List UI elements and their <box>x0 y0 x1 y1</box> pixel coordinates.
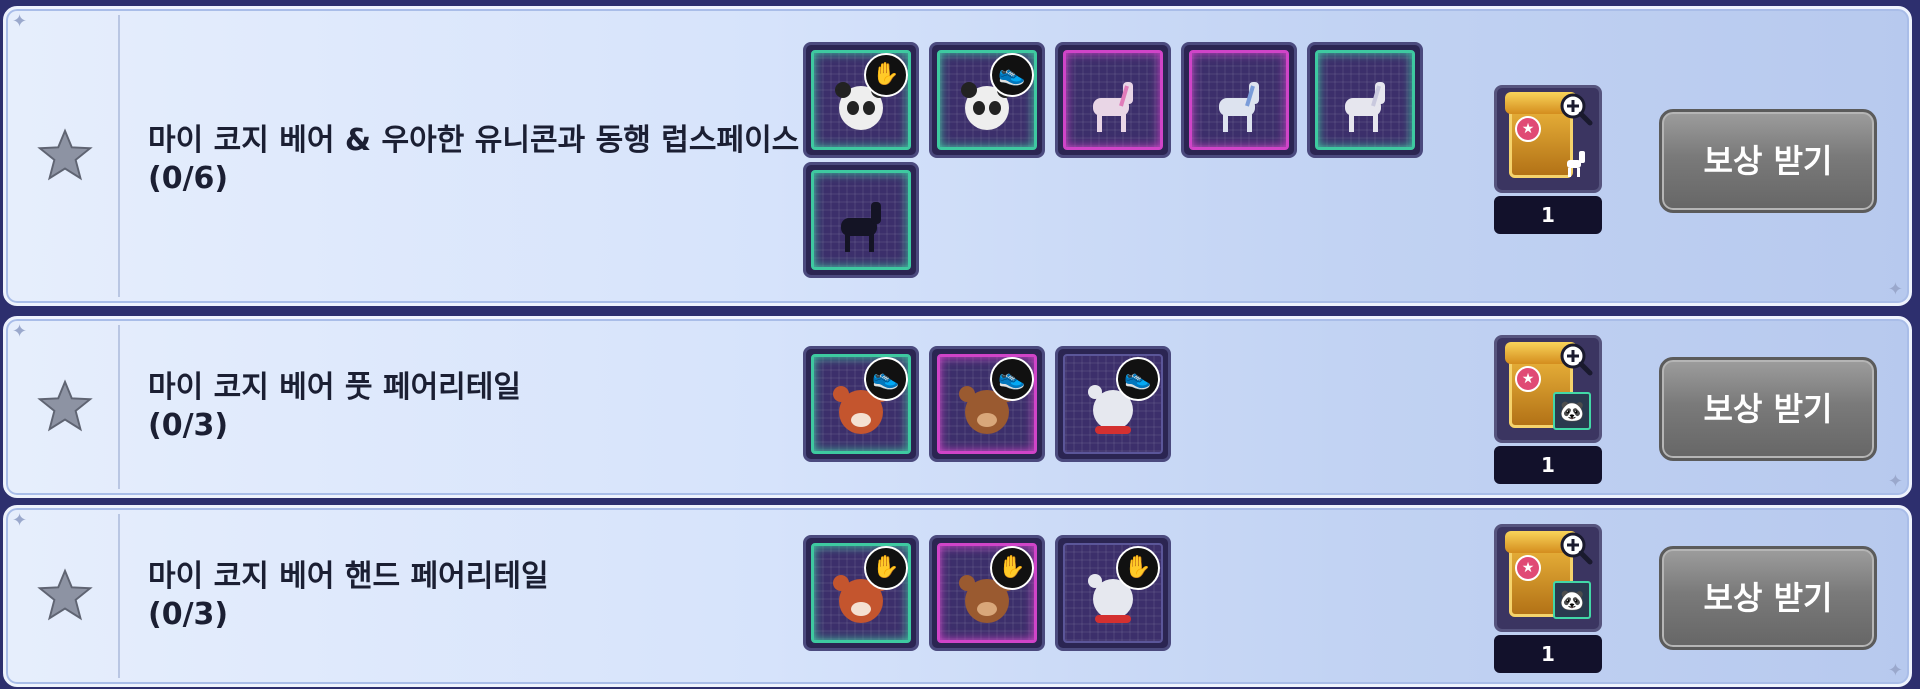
unicorn-icon <box>1567 151 1585 177</box>
item-slot[interactable]: 👟 <box>803 346 919 462</box>
emblem-icon: ★ <box>1515 555 1541 581</box>
favorite-star[interactable] <box>12 15 120 297</box>
sparkle-icon: ✦ <box>1887 279 1903 300</box>
emblem-icon: ★ <box>1515 366 1541 392</box>
reward-quantity: 1 <box>1494 196 1602 234</box>
reward-quantity: 1 <box>1494 446 1602 484</box>
zoom-in-icon[interactable] <box>1559 531 1593 565</box>
gloves-icon: ✋ <box>864 53 908 97</box>
reward-box[interactable]: ★ 🐼 <box>1494 335 1602 443</box>
item-slot[interactable]: 👟 <box>929 42 1045 158</box>
star-icon <box>37 128 93 181</box>
shoes-icon: 👟 <box>990 357 1034 401</box>
shoes-icon: 👟 <box>1116 357 1160 401</box>
zoom-in-icon[interactable] <box>1559 342 1593 376</box>
gloves-icon: ✋ <box>864 546 908 590</box>
item-slot[interactable]: ✋ <box>803 535 919 651</box>
mission-row-2: ✦ ✦ 마이 코지 베어 풋 페어리테일 (0/3) 👟 👟 👟 ★ 🐼 1 보… <box>3 316 1912 498</box>
mission-progress: (0/6) <box>148 161 229 196</box>
mission-title-text: 마이 코지 베어 & 우아한 유니콘과 동행 럽스페이스 <box>148 123 800 158</box>
star-icon <box>37 568 93 621</box>
item-slot[interactable] <box>1055 42 1171 158</box>
unicorn-icon <box>1219 81 1259 132</box>
mission-progress: (0/3) <box>148 408 229 443</box>
item-slot[interactable] <box>1307 42 1423 158</box>
panda-icon: 🐼 <box>1553 392 1591 430</box>
mission-row-3: ✦ ✦ 마이 코지 베어 핸드 페어리테일 (0/3) ✋ ✋ ✋ ★ 🐼 1 … <box>3 505 1912 687</box>
mission-title-text: 마이 코지 베어 풋 페어리테일 <box>148 370 521 405</box>
gloves-icon: ✋ <box>990 546 1034 590</box>
item-slot[interactable] <box>803 162 919 278</box>
item-slot[interactable]: ✋ <box>1055 535 1171 651</box>
item-slot[interactable]: 👟 <box>1055 346 1171 462</box>
panda-icon: 🐼 <box>1553 581 1591 619</box>
claim-reward-button[interactable]: 보상 받기 <box>1659 109 1877 213</box>
gloves-icon: ✋ <box>1116 546 1160 590</box>
mission-title: 마이 코지 베어 핸드 페어리테일 (0/3) <box>148 558 549 634</box>
claim-reward-button[interactable]: 보상 받기 <box>1659 546 1877 650</box>
reward-quantity: 1 <box>1494 635 1602 673</box>
favorite-star[interactable] <box>12 325 120 489</box>
mission-row-1: ✦ ✦ 마이 코지 베어 & 우아한 유니콘과 동행 럽스페이스 (0/6) ✋… <box>3 6 1912 306</box>
item-slot[interactable]: 👟 <box>929 346 1045 462</box>
item-slot[interactable] <box>1181 42 1297 158</box>
mission-title: 마이 코지 베어 & 우아한 유니콘과 동행 럽스페이스 (0/6) <box>148 122 799 198</box>
mission-title: 마이 코지 베어 풋 페어리테일 (0/3) <box>148 369 521 445</box>
unicorn-icon <box>1093 81 1133 132</box>
reward-box[interactable]: ★ 🐼 <box>1494 524 1602 632</box>
shoes-icon: 👟 <box>864 357 908 401</box>
sparkle-icon: ✦ <box>1887 660 1903 681</box>
zoom-in-icon[interactable] <box>1559 92 1593 126</box>
sparkle-icon: ✦ <box>1887 471 1903 492</box>
emblem-icon: ★ <box>1515 116 1541 142</box>
black-horse-icon <box>841 201 881 252</box>
star-icon <box>37 379 93 432</box>
mission-title-text: 마이 코지 베어 핸드 페어리테일 <box>148 559 549 594</box>
claim-reward-button[interactable]: 보상 받기 <box>1659 357 1877 461</box>
mission-progress: (0/3) <box>148 597 229 632</box>
unicorn-icon <box>1345 81 1385 132</box>
item-slot[interactable]: ✋ <box>803 42 919 158</box>
favorite-star[interactable] <box>12 514 120 678</box>
reward-box[interactable]: ★ <box>1494 85 1602 193</box>
shoes-icon: 👟 <box>990 53 1034 97</box>
item-slot[interactable]: ✋ <box>929 535 1045 651</box>
